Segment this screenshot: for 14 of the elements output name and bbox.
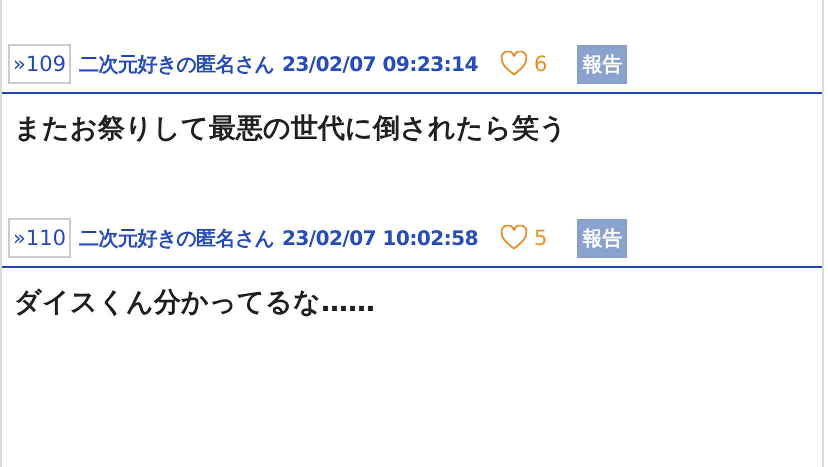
post-date: 23/02/07 09:23:14 bbox=[282, 52, 478, 76]
heart-icon bbox=[500, 225, 528, 251]
post-number-link[interactable]: »110 bbox=[8, 218, 71, 258]
report-button[interactable]: 報告 bbox=[577, 44, 628, 84]
like-button[interactable]: 6 bbox=[500, 51, 548, 77]
post-date: 23/02/07 10:02:58 bbox=[282, 226, 478, 250]
post-body: またお祭りして最悪の世代に倒されたら笑う bbox=[13, 112, 568, 146]
author-name: 二次元好きの匿名さん bbox=[78, 50, 274, 78]
post-body: ダイスくん分かってるな…… bbox=[13, 286, 376, 320]
heart-icon bbox=[500, 51, 528, 77]
author-name: 二次元好きの匿名さん bbox=[78, 224, 274, 252]
like-button[interactable]: 5 bbox=[500, 225, 548, 251]
report-button[interactable]: 報告 bbox=[577, 218, 628, 258]
post-number-link[interactable]: »109 bbox=[8, 44, 71, 84]
